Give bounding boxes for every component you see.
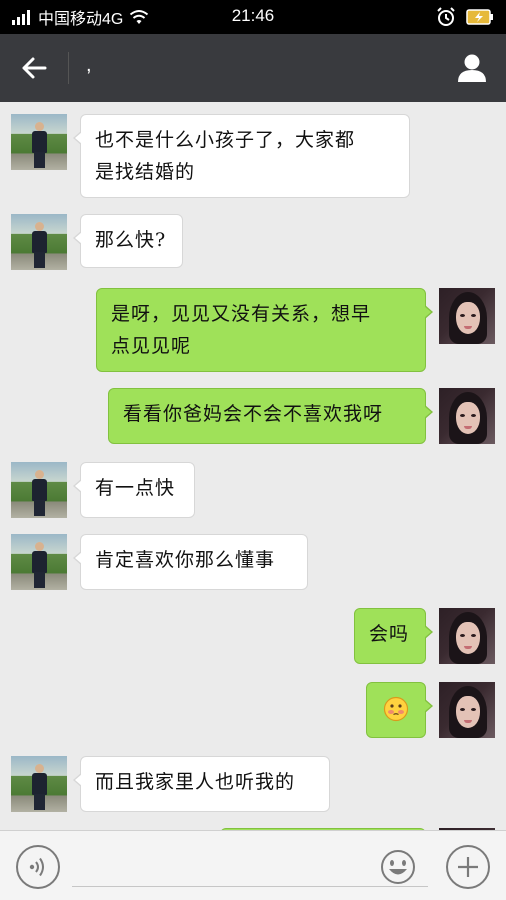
battery-charging-icon — [466, 9, 493, 25]
person-icon — [458, 54, 486, 82]
my-avatar[interactable] — [439, 682, 495, 738]
message-input-bar — [0, 830, 506, 900]
back-button[interactable] — [14, 50, 54, 86]
my-avatar[interactable] — [439, 388, 495, 444]
outgoing-message[interactable]: 会吗 — [354, 608, 433, 664]
outgoing-emoji-message[interactable] — [366, 682, 433, 738]
status-bar: 中国移动4G 21:46 — [0, 0, 506, 34]
outgoing-message[interactable]: 是呀，见见又没有关系，想早 点见见呢 — [96, 288, 433, 372]
voice-icon — [29, 857, 44, 877]
contact-avatar[interactable] — [11, 114, 67, 170]
header-divider — [68, 52, 69, 84]
incoming-message[interactable]: 肯定喜欢你那么懂事 — [73, 534, 308, 590]
chat-header: , — [0, 34, 506, 102]
contact-avatar[interactable] — [11, 756, 67, 812]
contact-avatar[interactable] — [11, 534, 67, 590]
arrow-left-icon — [22, 57, 47, 79]
chat-title: , — [86, 54, 92, 76]
contact-avatar[interactable] — [11, 462, 67, 518]
alarm-icon — [437, 7, 455, 26]
my-avatar[interactable] — [439, 288, 495, 344]
status-time: 21:46 — [231, 6, 275, 25]
contact-avatar[interactable] — [11, 214, 67, 270]
outgoing-message[interactable]: 看看你爸妈会不会不喜欢我呀 — [108, 388, 433, 444]
message-list[interactable]: 也不是什么小孩子了，大家都 是找结婚的 那么快? 是呀，见见又没有关系，想早 点… — [0, 102, 506, 830]
status-right — [436, 6, 494, 28]
incoming-message[interactable]: 也不是什么小孩子了，大家都 是找结婚的 — [73, 114, 410, 198]
blushing-face-emoji — [383, 696, 409, 722]
message-input[interactable] — [72, 847, 428, 887]
incoming-message[interactable]: 而且我家里人也听我的 — [73, 756, 330, 812]
voice-button[interactable] — [16, 845, 60, 889]
plus-icon — [458, 857, 478, 877]
more-options-button[interactable] — [446, 845, 490, 889]
chat-profile-button[interactable] — [452, 48, 492, 88]
my-avatar[interactable] — [439, 608, 495, 664]
emoji-button[interactable] — [376, 845, 420, 889]
smiley-icon — [381, 850, 415, 884]
incoming-message[interactable]: 有一点快 — [73, 462, 195, 518]
incoming-message[interactable]: 那么快? — [73, 214, 183, 268]
